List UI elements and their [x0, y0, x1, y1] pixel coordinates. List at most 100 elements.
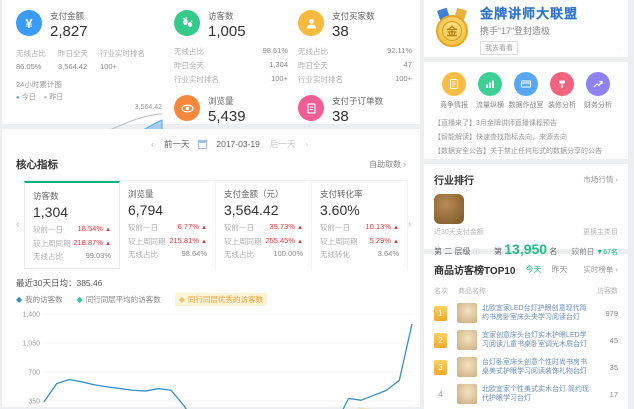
product-name[interactable]: 北欧宜家个性美式实木台灯 简约现代护眼学习台灯	[482, 385, 590, 404]
module-finance-analysis[interactable]: 财务分析	[580, 72, 616, 110]
rank-badge: 1	[434, 306, 447, 321]
footprint-icon	[174, 10, 200, 36]
stat-value: 98.61%	[263, 46, 288, 57]
mini-chart-title: 24小时累计图	[16, 79, 164, 90]
today-dot: ●	[16, 95, 20, 101]
module-decoration-analysis[interactable]: 装修分析	[544, 72, 580, 110]
tab-conversion-rate[interactable]: 支付转化率 3.60% 较前一日10.13% ▲ 较上周同期5.29% ▲ 无线…	[312, 181, 408, 269]
carousel-dots-icon[interactable]: ···	[615, 46, 622, 53]
stat-value: 3,564.42	[58, 62, 88, 71]
legend-item[interactable]: ◆同行同层平均的访客数	[77, 293, 161, 306]
news-item[interactable]: 【数据安全公告】关于禁止任何形式的数据分享的公告	[434, 146, 618, 156]
visitor-count: 979	[590, 309, 618, 318]
tabs-scroll-left-icon[interactable]: ‹	[16, 180, 24, 269]
legend-label: 我的访客数	[25, 294, 63, 305]
banner-cta-button[interactable]: 我去看看	[480, 41, 518, 55]
stat-label: 昨日全天	[298, 60, 328, 71]
left-column: ¥ 支付金额 2,827 无线占比86.05% 昨日全天3,564.42 行业实…	[2, 0, 420, 407]
tab-pageviews[interactable]: 浏览量 6,794 较前一日6.77% ▲ 较上周同期215.81% ▲ 无线占…	[120, 181, 216, 269]
kpi-card-buyers[interactable]: 支付买家数 38 无线占比92.11% 昨日全天47 行业实时排名100+	[298, 10, 412, 85]
stat-label: 昨日全天	[174, 60, 204, 71]
prev-day-button[interactable]: 前一天	[164, 138, 190, 150]
product-name[interactable]: 台灯卧室床头创意个性时尚书房书桌美式护眼学习阅读装饰礼物台灯	[482, 358, 590, 377]
kpi-column-3: 支付买家数 38 无线占比92.11% 昨日全天47 行业实时排名100+	[288, 10, 412, 118]
tab-today[interactable]: 今天	[526, 264, 542, 275]
diamond-marker-icon: ◆	[77, 295, 83, 304]
stat-value: 100+	[100, 62, 145, 71]
self-service-data-link[interactable]: 自助取数 ›	[369, 159, 406, 170]
product-thumbnail	[457, 330, 477, 350]
module-war-room[interactable]: 数据作战室	[508, 72, 544, 110]
eye-icon	[174, 95, 200, 121]
stat-label: 昨日全天	[58, 48, 88, 59]
amount-label: 近30天支付金额	[434, 227, 484, 237]
diamond-marker-icon: ◆	[179, 295, 185, 304]
product-row[interactable]: 3 台灯卧室床头创意个性时尚书房书桌美式护眼学习阅读装饰礼物台灯 35	[434, 357, 618, 377]
next-day-chevron-icon[interactable]: ›	[305, 139, 308, 149]
tab-payment-amount[interactable]: 支付金额（元） 3,564.42 较前一日39.73% ▲ 较上周同期255.4…	[216, 181, 312, 269]
product-row[interactable]: 2 宜家创意床头台灯实木护眼LED学习阅读儿童书桌卧室调光木质台灯 45	[434, 330, 618, 350]
kpi-title: 访客数	[208, 10, 246, 22]
svg-text:3,564.42: 3,564.42	[135, 104, 162, 111]
trend-legend: ◆我的访客数◆同行同层平均的访客数◆同行同层优秀的访客数	[16, 293, 416, 306]
svg-text:1,400: 1,400	[22, 312, 40, 319]
stat-label: 无线占比	[298, 46, 328, 57]
product-row[interactable]: 1 北欧宜家LED台灯护眼创意现代简约书房卧室床头夹学习阅读台灯 979	[434, 303, 618, 323]
product-name[interactable]: 北欧宜家LED台灯护眼创意现代简约书房卧室床头夹学习阅读台灯	[482, 304, 590, 323]
product-name[interactable]: 宜家创意床头台灯实木护眼LED学习阅读儿童书桌卧室调光木质台灯	[482, 331, 590, 350]
legend-item[interactable]: ◆我的访客数	[16, 293, 63, 306]
next-day-button[interactable]: 后一天	[270, 138, 296, 150]
tabs-scroll-right-icon[interactable]: ›	[408, 180, 416, 269]
product-row[interactable]: 4 北欧宜家个性美式实木台灯 简约现代护眼学习台灯 17	[434, 384, 618, 404]
kpi-stats: 无线占比86.05% 昨日全天3,564.42 行业实时排名100+	[16, 48, 164, 71]
right-column: 金 金牌讲师大联盟 携手“17”登封造极 我去看看 ··· 竞争情报	[424, 0, 628, 409]
svg-text:350: 350	[28, 399, 40, 406]
promo-banner[interactable]: 金 金牌讲师大联盟 携手“17”登封造极 我去看看 ···	[424, 0, 628, 57]
kpi-title: 浏览量	[208, 95, 246, 107]
legend-label: 同行同层优秀的访客数	[188, 294, 263, 305]
legend-yesterday: 昨日	[49, 94, 63, 101]
kpi-card-visitors[interactable]: 访客数 1,005 无线占比98.61% 昨日全天1,304 行业实时排名100…	[174, 10, 288, 85]
shop-avatar	[434, 194, 464, 224]
rank-value: 第 13,950 名	[494, 241, 557, 257]
prev-day-chevron-icon[interactable]: ‹	[151, 139, 154, 149]
date-value[interactable]: 2017-03-19	[216, 139, 259, 149]
news-item[interactable]: 【直播来了】3月金牌讲师直播课程预告	[434, 118, 618, 128]
industry-rank-card: 行业排行 市场行情 › 近30天支付金额 更换主类目 第 二 层级 ⓘ 第 13…	[424, 164, 628, 249]
news-list: 【直播来了】3月金牌讲师直播课程预告 【智能解读】快速查找指标去向，来源去向 【…	[434, 118, 618, 156]
rank-number: 4	[434, 390, 447, 399]
stat-label: 无线占比	[174, 46, 204, 57]
kpi-card-payment[interactable]: ¥ 支付金额 2,827 无线占比86.05% 昨日全天3,564.42 行业实…	[16, 10, 164, 118]
tab-visitors[interactable]: 访客数 1,304 较前一日18.54% ▲ 较上周同期218.87% ▲ 无线…	[24, 181, 120, 269]
svg-text:1,050: 1,050	[22, 341, 40, 348]
product-thumbnail	[457, 303, 477, 323]
kpi-title: 支付金额	[50, 10, 88, 22]
stat-value: 1,304	[269, 60, 288, 71]
kpi-panel: ¥ 支付金额 2,827 无线占比86.05% 昨日全天3,564.42 行业实…	[2, 0, 420, 124]
modules-card: 竞争情报 流量纵横 数据作战室	[424, 62, 628, 159]
link-arrow-icon: ›	[403, 160, 406, 169]
change-category-link[interactable]: 更换主类目	[583, 227, 618, 237]
legend-item[interactable]: ◆同行同层优秀的访客数	[175, 293, 267, 306]
top10-card: 商品访客榜TOP10 今天 昨天 实时榜单 › 名次 商品名称 访客数 1 北欧…	[424, 254, 628, 409]
info-icon[interactable]: ⓘ	[473, 249, 480, 256]
link-arrow-icon: ›	[616, 175, 619, 184]
gold-medal-icon: 金	[432, 9, 472, 49]
mini-chart-legend: ●今日 ●昨日	[16, 92, 164, 102]
realtime-rank-link[interactable]: 实时榜单 ›	[583, 264, 618, 275]
module-traffic[interactable]: 流量纵横	[472, 72, 508, 110]
kpi-value: 5,439	[208, 108, 246, 125]
rank-badge: 3	[434, 360, 447, 375]
top10-table-header: 名次 商品名称 访客数	[434, 286, 618, 296]
stat-label: 行业实时排名	[298, 74, 343, 85]
calendar-icon[interactable]	[198, 140, 207, 149]
trend-title: 最近30天日均：385.46	[16, 277, 416, 289]
module-competitive-intel[interactable]: 竞争情报	[436, 72, 472, 110]
kpi-value: 38	[332, 23, 375, 40]
legend-label: 同行同层平均的访客数	[86, 294, 161, 305]
core-metrics-panel: ‹ 前一天 2017-03-19 后一天 › 核心指标 自助取数 › ‹ 访客数…	[2, 129, 420, 407]
trend-line-chart: 1,4001,0507003500	[16, 308, 416, 409]
market-link[interactable]: 市场行情 ›	[583, 174, 618, 185]
news-item[interactable]: 【智能解读】快速查找指标去向，来源去向	[434, 132, 618, 142]
tab-yesterday[interactable]: 昨天	[552, 264, 568, 275]
